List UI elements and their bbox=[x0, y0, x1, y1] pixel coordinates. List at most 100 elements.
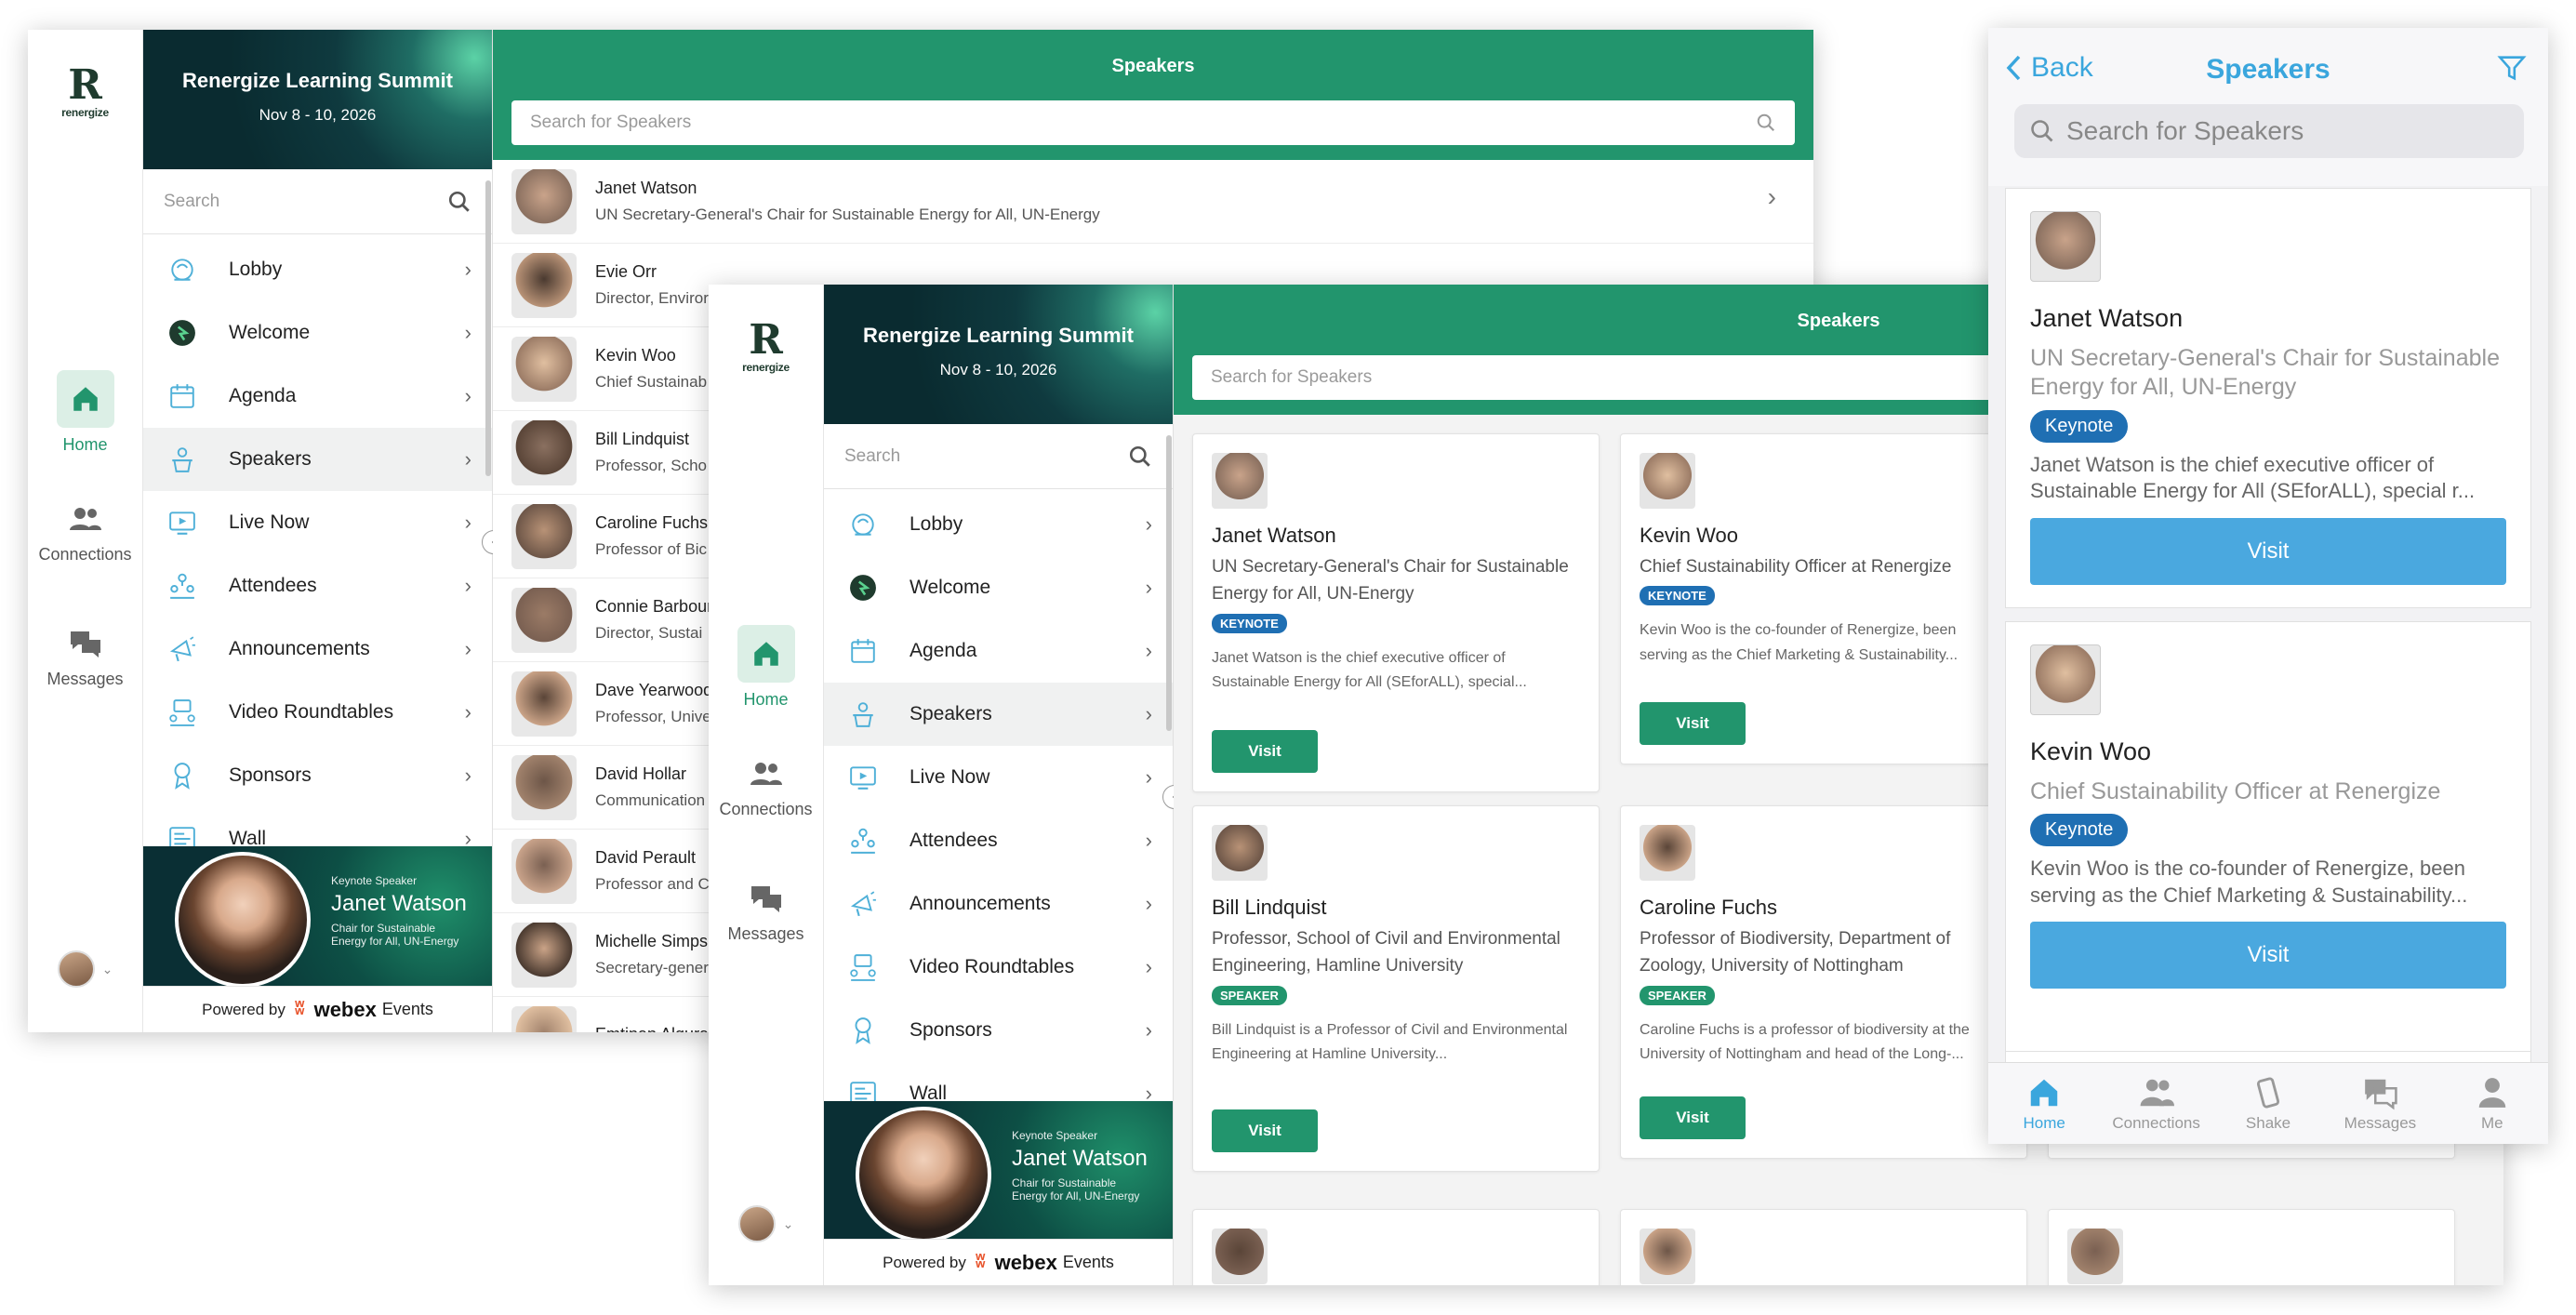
menu-item-lobby[interactable]: Lobby › bbox=[143, 238, 492, 301]
speakers-search[interactable]: Search for Speakers bbox=[511, 100, 1795, 145]
speaker-card[interactable]: Kevin Woo Chief Sustainability Officer at… bbox=[1620, 433, 2027, 764]
list-item[interactable]: Janet Watson UN Secretary-General's Chair… bbox=[493, 160, 1813, 244]
rail-messages[interactable]: Messages bbox=[28, 625, 142, 689]
menu-item-announcements[interactable]: Announcements › bbox=[824, 872, 1173, 936]
rail-home[interactable]: Home bbox=[709, 625, 823, 710]
left-rail: R renergize Home Connections Messages ⌄ bbox=[28, 30, 143, 1032]
menu-scrollbar[interactable] bbox=[1166, 435, 1172, 731]
mobile-speaker-card[interactable]: Janet Watson UN Secretary-General's Chair… bbox=[2005, 188, 2531, 608]
menu-item-attendees[interactable]: Attendees › bbox=[143, 554, 492, 618]
search-icon bbox=[2031, 120, 2053, 142]
menu-item-announcements[interactable]: Announcements › bbox=[143, 618, 492, 681]
speaker-avatar bbox=[511, 1005, 577, 1032]
speaker-card[interactable]: Janet Watson UN Secretary-General's Chair… bbox=[1192, 433, 1600, 792]
speaker-name: Emtinan Alqura bbox=[595, 1025, 709, 1032]
menu-item-agenda[interactable]: Agenda › bbox=[143, 365, 492, 428]
speaker-bio: Janet Watson is the chief executive offi… bbox=[1212, 649, 1527, 691]
tab-connections[interactable]: Connections bbox=[2100, 1063, 2211, 1144]
rail-connections[interactable]: Connections bbox=[709, 755, 823, 819]
menu-item-speakers[interactable]: Speakers › bbox=[143, 428, 492, 491]
chevron-right-icon: › bbox=[464, 764, 471, 787]
speakers-icon bbox=[172, 447, 193, 472]
speaker-name: Connie Barbour bbox=[595, 597, 713, 616]
announcements-icon bbox=[169, 636, 195, 662]
menu-item-video-roundtables[interactable]: Video Roundtables › bbox=[824, 936, 1173, 999]
menu-item-label: Sponsors bbox=[229, 764, 312, 787]
visit-button[interactable]: Visit bbox=[2030, 518, 2506, 585]
tab-shake[interactable]: Shake bbox=[2212, 1063, 2324, 1144]
visit-button[interactable]: Visit bbox=[1212, 1109, 1318, 1152]
menu-search[interactable]: Search bbox=[824, 424, 1173, 489]
nav-menu: Renergize Learning Summit Nov 8 - 10, 20… bbox=[143, 30, 493, 1032]
speaker-card[interactable] bbox=[1192, 1209, 1600, 1285]
menu-item-label: Welcome bbox=[910, 577, 991, 599]
menu-item-agenda[interactable]: Agenda › bbox=[824, 619, 1173, 683]
menu-item-live-now[interactable]: Live Now › bbox=[824, 746, 1173, 809]
visit-button[interactable]: Visit bbox=[2030, 922, 2506, 989]
people-icon bbox=[69, 508, 101, 530]
chevron-right-icon: › bbox=[1145, 702, 1152, 725]
speaker-avatar bbox=[1640, 453, 1695, 509]
menu-item-live-now[interactable]: Live Now › bbox=[143, 491, 492, 554]
menu-item-welcome[interactable]: Welcome › bbox=[824, 556, 1173, 619]
keynote-banner[interactable]: Keynote Speaker Janet Watson Chair for S… bbox=[143, 846, 492, 986]
chevron-right-icon: › bbox=[1145, 576, 1152, 599]
speaker-card[interactable]: Caroline Fuchs Professor of Biodiversity,… bbox=[1620, 805, 2027, 1159]
keynote-banner[interactable]: Keynote Speaker Janet Watson Chair for S… bbox=[824, 1101, 1173, 1241]
video-roundtables-icon bbox=[850, 954, 876, 981]
speaker-avatar bbox=[511, 838, 577, 904]
speaker-title: Communication bbox=[595, 791, 706, 809]
visit-button[interactable]: Visit bbox=[1640, 702, 1746, 745]
sponsors-icon bbox=[174, 763, 191, 790]
speaker-avatar bbox=[511, 336, 577, 402]
menu-item-label: Welcome bbox=[229, 322, 311, 344]
speaker-card[interactable] bbox=[1620, 1209, 2027, 1285]
menu-item-sponsors[interactable]: Sponsors › bbox=[143, 744, 492, 807]
speaker-avatar bbox=[511, 419, 577, 485]
speaker-avatar bbox=[511, 922, 577, 988]
menu-item-speakers[interactable]: Speakers › bbox=[824, 683, 1173, 746]
mobile-speaker-card[interactable]: Kevin Woo Chief Sustainability Officer at… bbox=[2005, 621, 2531, 1056]
tab-messages[interactable]: Messages bbox=[2324, 1063, 2436, 1144]
user-avatar-menu[interactable]: ⌄ bbox=[28, 950, 142, 988]
announcements-icon bbox=[850, 891, 876, 917]
user-avatar-menu[interactable]: ⌄ bbox=[709, 1205, 823, 1242]
speaker-card[interactable] bbox=[2048, 1209, 2455, 1285]
menu-item-attendees[interactable]: Attendees › bbox=[824, 809, 1173, 872]
rail-connections[interactable]: Connections bbox=[28, 500, 142, 565]
speaker-name: Caroline Fuchs bbox=[1640, 896, 1777, 919]
menu-item-sponsors[interactable]: Sponsors › bbox=[824, 999, 1173, 1062]
menu-item-lobby[interactable]: Lobby › bbox=[824, 493, 1173, 556]
video-roundtables-icon bbox=[169, 699, 195, 726]
rail-messages[interactable]: Messages bbox=[709, 880, 823, 944]
badge: Keynote bbox=[2030, 814, 2129, 847]
mobile-search-input[interactable]: Search for Speakers bbox=[2014, 104, 2524, 158]
menu-item-label: Announcements bbox=[910, 893, 1051, 915]
speaker-card[interactable]: Bill Lindquist Professor, School of Civil… bbox=[1192, 805, 1600, 1172]
live-now-icon bbox=[850, 766, 876, 790]
tab-label: Home bbox=[2023, 1113, 2065, 1132]
menu-item-video-roundtables[interactable]: Video Roundtables › bbox=[143, 681, 492, 744]
badge: SPEAKER bbox=[1212, 985, 1287, 1005]
speaker-avatar bbox=[511, 671, 577, 737]
lobby-icon bbox=[852, 513, 874, 536]
chevron-right-icon: › bbox=[1767, 182, 1776, 211]
menu-item-welcome[interactable]: Welcome › bbox=[143, 301, 492, 365]
speaker-title: UN Secretary-General's Chair for Sustain… bbox=[1212, 557, 1569, 604]
speaker-name: Kevin Woo bbox=[1640, 524, 1738, 547]
menu-item-label: Sponsors bbox=[910, 1019, 992, 1042]
speaker-title: Professor of Bic bbox=[595, 540, 707, 558]
rail-home[interactable]: Home bbox=[28, 370, 142, 455]
menu-scrollbar[interactable] bbox=[485, 180, 491, 476]
home-icon bbox=[73, 387, 98, 411]
speaker-avatar bbox=[1212, 825, 1268, 881]
mobile-window: Back Speakers Search for Speakers Janet … bbox=[1988, 28, 2548, 1144]
tab-home[interactable]: Home bbox=[1988, 1063, 2100, 1144]
speaker-avatar bbox=[511, 587, 577, 653]
filter-button[interactable] bbox=[2496, 52, 2528, 84]
menu-search[interactable]: Search bbox=[143, 169, 492, 234]
visit-button[interactable]: Visit bbox=[1640, 1096, 1746, 1139]
visit-button[interactable]: Visit bbox=[1212, 730, 1318, 773]
speaker-name: Janet Watson bbox=[595, 179, 697, 197]
tab-me[interactable]: Me bbox=[2437, 1063, 2548, 1144]
